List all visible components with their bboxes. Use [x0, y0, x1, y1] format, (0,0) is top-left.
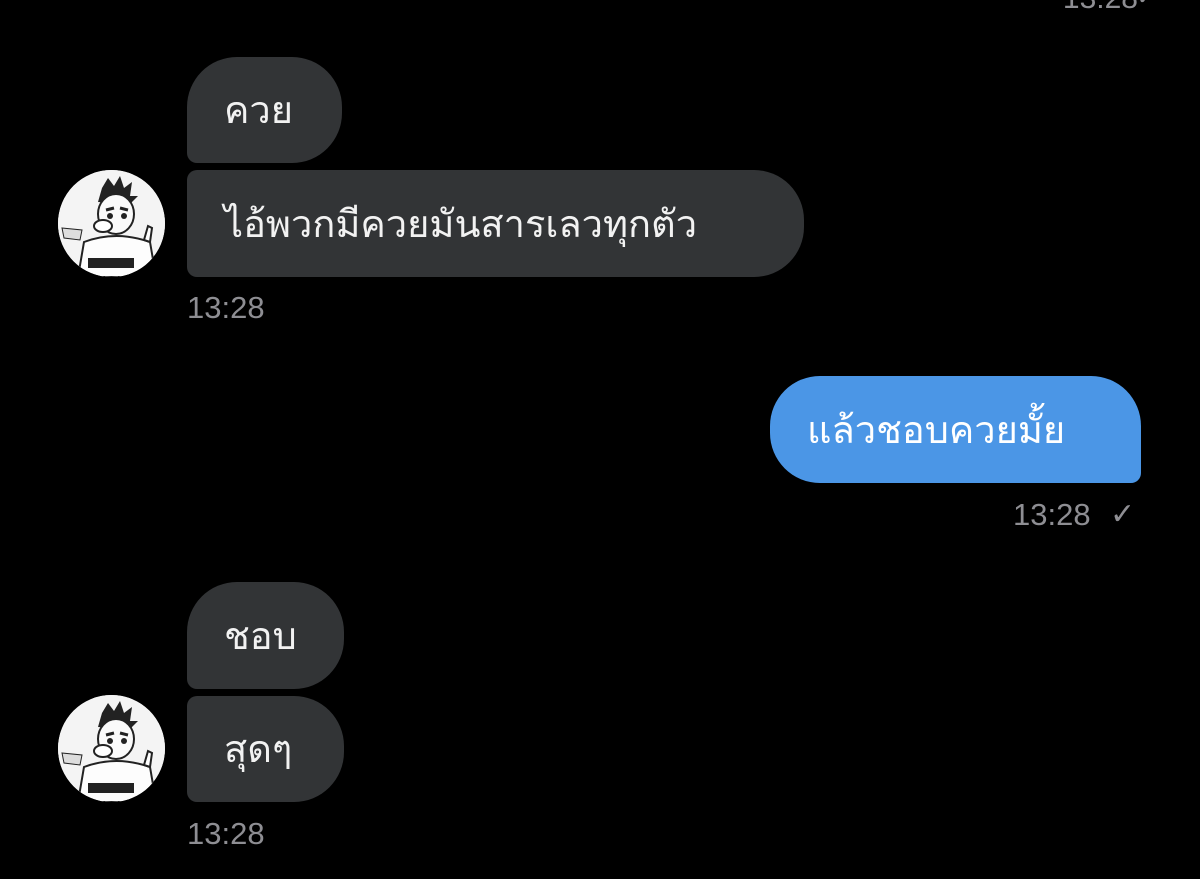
- message-text: ชอบ: [224, 613, 297, 658]
- incoming-message-bubble[interactable]: ไอ้พวกมีควยมันสารเลวทุกตัว: [187, 170, 804, 277]
- message-timestamp: 13:28: [187, 816, 265, 851]
- avatar-illustration-icon: [58, 695, 165, 802]
- message-text: ควย: [224, 88, 294, 132]
- previous-message-time: 13:28: [1063, 0, 1138, 16]
- contact-avatar[interactable]: [58, 170, 165, 277]
- sent-check-icon: ✓: [1110, 497, 1136, 532]
- outgoing-message-bubble[interactable]: แล้วชอบควยมั้ย: [770, 376, 1141, 483]
- message-text: แล้วชอบควยมั้ย: [807, 407, 1066, 452]
- incoming-message-bubble[interactable]: ชอบ: [187, 582, 344, 689]
- incoming-message-bubble[interactable]: ควย: [187, 57, 342, 163]
- contact-avatar[interactable]: [58, 695, 165, 802]
- message-timestamp: 13:28: [187, 290, 265, 325]
- incoming-message-bubble[interactable]: สุดๆ: [187, 696, 344, 802]
- message-text: ไอ้พวกมีควยมันสารเลวทุกตัว: [224, 201, 698, 246]
- previous-message-check-icon: ✓: [1135, 0, 1160, 13]
- avatar-illustration-icon: [58, 170, 165, 277]
- message-text: สุดๆ: [224, 727, 293, 771]
- message-timestamp: 13:28: [1013, 497, 1091, 532]
